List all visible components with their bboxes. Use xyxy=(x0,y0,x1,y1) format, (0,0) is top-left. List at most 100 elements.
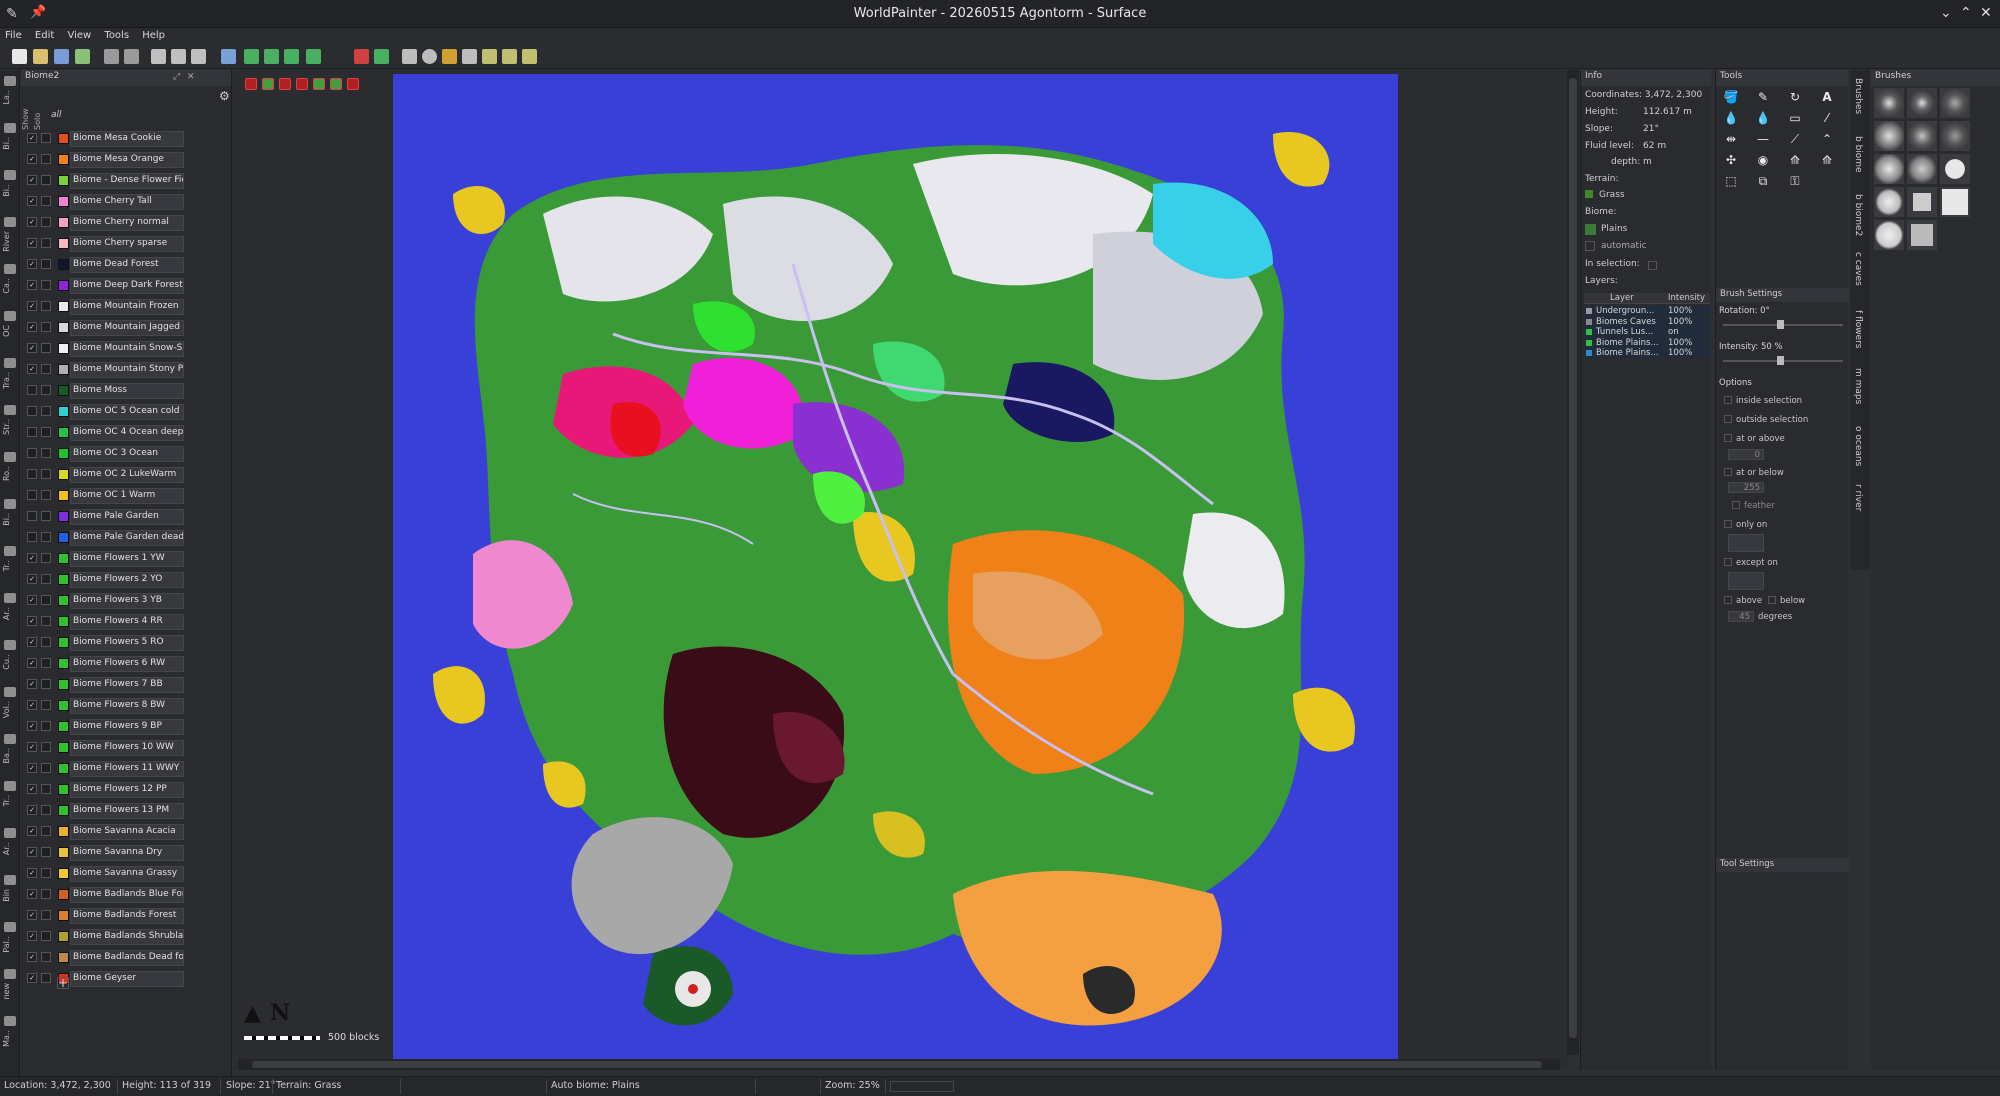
layer-row[interactable]: ✓ Biome Geyser xyxy=(21,968,231,988)
layer-row[interactable]: ✓ Biome Cherry normal xyxy=(21,212,231,232)
layer-show-checkbox[interactable]: ✓ xyxy=(27,133,37,143)
brush-spike[interactable] xyxy=(1907,88,1937,118)
layer-solo-checkbox[interactable] xyxy=(41,931,51,941)
brush-star[interactable] xyxy=(1940,121,1970,151)
layer-name[interactable]: Biome Mountain Jagged xyxy=(70,320,184,336)
layer-row[interactable]: Biome Moss xyxy=(21,380,231,400)
dock-tab-icon[interactable] xyxy=(4,76,16,86)
layer-name[interactable]: Biome Flowers 4 RR xyxy=(70,614,184,630)
layer-solo-checkbox[interactable] xyxy=(41,679,51,689)
close-icon[interactable]: ✕ xyxy=(1980,5,1992,21)
dock-tab-icon[interactable] xyxy=(4,875,16,885)
layer-solo-checkbox[interactable] xyxy=(41,133,51,143)
at-or-below-field[interactable]: 255 xyxy=(1728,482,1764,493)
only-on-selector[interactable] xyxy=(1728,534,1764,552)
layer-show-checkbox[interactable] xyxy=(27,385,37,395)
dock-tab-label[interactable]: Pal.. xyxy=(2,936,18,953)
layer-row[interactable]: ✓ Biome Flowers 7 BB xyxy=(21,674,231,694)
gear-icon[interactable]: ⚙ xyxy=(219,89,230,103)
water-icon[interactable]: 💧 xyxy=(1720,109,1742,127)
layer-show-checkbox[interactable]: ✓ xyxy=(27,364,37,374)
layer-solo-checkbox[interactable] xyxy=(41,889,51,899)
layer-show-checkbox[interactable]: ✓ xyxy=(27,742,37,752)
brush-square-large[interactable] xyxy=(1940,187,1970,217)
layer-show-checkbox[interactable]: ✓ xyxy=(27,910,37,920)
brush-square-soft[interactable] xyxy=(1907,121,1937,151)
pyramid-icon[interactable]: ⟰ xyxy=(1816,151,1838,169)
layer-solo-checkbox[interactable] xyxy=(41,532,51,542)
layer-show-checkbox[interactable]: ✓ xyxy=(27,658,37,668)
layer-row[interactable]: ✓ Biome - Dense Flower Fields xyxy=(21,170,231,190)
layer-show-checkbox[interactable]: ✓ xyxy=(27,616,37,626)
contours-icon[interactable] xyxy=(264,49,279,64)
dock-tab-icon[interactable] xyxy=(4,546,16,556)
layer-show-checkbox[interactable]: ✓ xyxy=(27,595,37,605)
layer-name[interactable]: Biome Badlands Forest xyxy=(70,908,184,924)
layer-solo-checkbox[interactable] xyxy=(41,406,51,416)
layer-row[interactable]: ✓ Biome Flowers 3 YB xyxy=(21,590,231,610)
dock-tab-label[interactable]: Ro.. xyxy=(2,466,18,481)
layer-solo-checkbox[interactable] xyxy=(41,469,51,479)
layer-show-checkbox[interactable]: ✓ xyxy=(27,700,37,710)
layer-solo-checkbox[interactable] xyxy=(41,175,51,185)
brush-outline-icon[interactable] xyxy=(284,49,299,64)
layer-row[interactable]: ✓ Biome Flowers 4 RR xyxy=(21,611,231,631)
layer-show-checkbox[interactable] xyxy=(27,469,37,479)
dock-tab-label[interactable]: OC xyxy=(2,325,18,337)
layer-solo-checkbox[interactable] xyxy=(41,805,51,815)
layer-row[interactable]: ✓ Biome Mountain Jagged xyxy=(21,317,231,337)
layer-name[interactable]: Biome Savanna Grassy xyxy=(70,866,184,882)
layer-row[interactable]: Biome Pale Garden xyxy=(21,506,231,526)
mountain-icon[interactable]: ⟰ xyxy=(1784,151,1806,169)
layer-row[interactable]: Biome OC 4 Ocean deep xyxy=(21,422,231,442)
quick-icon-2[interactable] xyxy=(262,78,274,90)
option-at-or-above[interactable]: at or above xyxy=(1724,434,1785,444)
layer-name[interactable]: Biome OC 2 LukeWarm xyxy=(70,467,184,483)
dock-tab-icon[interactable] xyxy=(4,922,16,932)
layer-name[interactable]: Biome Flowers 6 RW xyxy=(70,656,184,672)
dock-tab-label[interactable]: Vol.. xyxy=(2,701,18,718)
layer-show-checkbox[interactable]: ✓ xyxy=(27,952,37,962)
dock-tab-icon[interactable] xyxy=(4,593,16,603)
quick-icon-5[interactable] xyxy=(313,78,325,90)
layer-solo-checkbox[interactable] xyxy=(41,448,51,458)
at-or-above-field[interactable]: 0 xyxy=(1728,449,1764,460)
lava-icon[interactable]: 💧 xyxy=(1752,109,1774,127)
layer-solo-checkbox[interactable] xyxy=(41,343,51,353)
layer-show-checkbox[interactable]: ✓ xyxy=(27,196,37,206)
layer-row[interactable]: Biome OC 2 LukeWarm xyxy=(21,464,231,484)
fit-icon[interactable] xyxy=(374,49,389,64)
add-layer-button[interactable]: + xyxy=(57,977,69,989)
dock-side-tab[interactable]: b biome xyxy=(1853,136,1863,173)
layer-solo-checkbox[interactable] xyxy=(41,868,51,878)
layer-name[interactable]: Biome Flowers 11 WWY xyxy=(70,761,184,777)
selection-brush-icon[interactable]: ⚿ xyxy=(1784,172,1806,190)
layer-show-checkbox[interactable]: ✓ xyxy=(27,322,37,332)
layer-show-checkbox[interactable]: ✓ xyxy=(27,973,37,983)
save-icon[interactable] xyxy=(54,49,69,64)
layer-name[interactable]: Biome Mesa Cookie xyxy=(70,131,184,147)
layer-show-checkbox[interactable]: ✓ xyxy=(27,154,37,164)
layer-solo-checkbox[interactable] xyxy=(41,490,51,500)
layer-row[interactable]: ✓ Biome Flowers 1 YW xyxy=(21,548,231,568)
dock-tab-label[interactable]: River xyxy=(2,231,18,252)
text-icon[interactable]: A xyxy=(1816,88,1838,106)
layer-show-checkbox[interactable]: ✓ xyxy=(27,301,37,311)
layer-show-checkbox[interactable]: ✓ xyxy=(27,553,37,563)
layers-table-row[interactable]: Biomes Caves 100% xyxy=(1584,316,1710,327)
dock-tab-label[interactable]: Tra.. xyxy=(2,372,18,389)
quick-icon-7[interactable] xyxy=(347,78,359,90)
layer-show-checkbox[interactable] xyxy=(27,490,37,500)
layer-name[interactable]: Biome Moss xyxy=(70,383,184,399)
option-at-or-below[interactable]: at or below xyxy=(1724,468,1784,478)
dock-tab-label[interactable]: Ba.. xyxy=(2,748,18,763)
layer-name[interactable]: Biome Mountain Stony Peaks xyxy=(70,362,184,378)
level-icon[interactable]: — xyxy=(1752,130,1774,148)
dock-side-tab[interactable]: r river xyxy=(1853,484,1863,511)
layer-show-checkbox[interactable]: ✓ xyxy=(27,721,37,731)
minimize-icon[interactable]: ⌄ xyxy=(1940,5,1952,21)
layer-row[interactable]: ✓ Biome Savanna Dry xyxy=(21,842,231,862)
dock-tab-icon[interactable] xyxy=(4,640,16,650)
layer-show-checkbox[interactable] xyxy=(27,511,37,521)
layer-solo-checkbox[interactable] xyxy=(41,658,51,668)
